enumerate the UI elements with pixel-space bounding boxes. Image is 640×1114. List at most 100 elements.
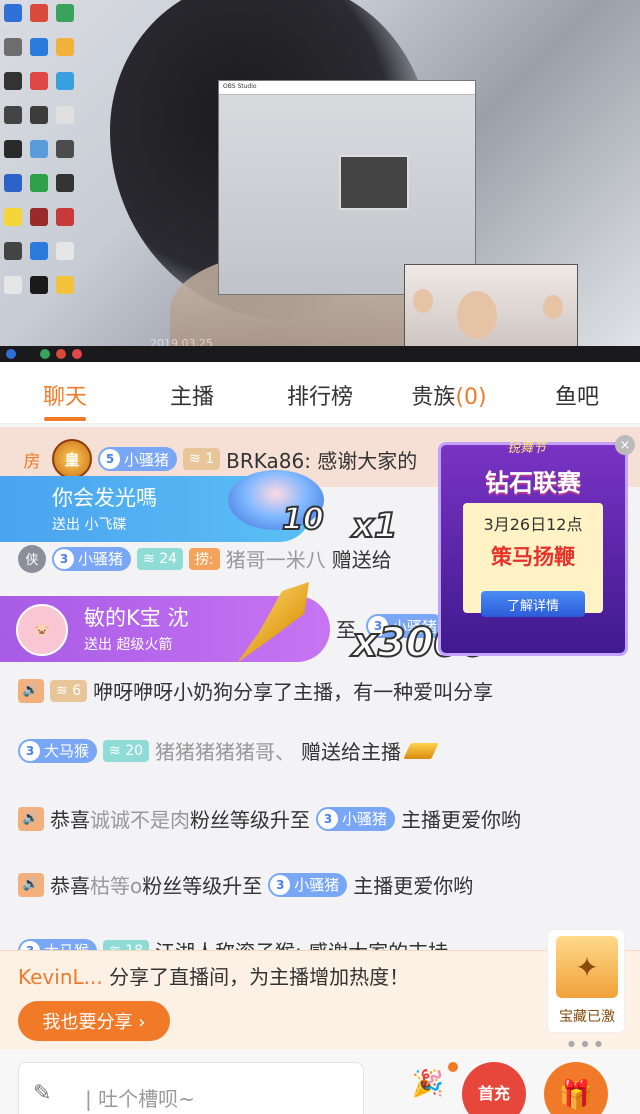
desktop-icons	[0, 0, 80, 340]
room-tabs: 聊天 主播 排行榜 贵族(0) 鱼吧	[0, 362, 640, 424]
user-level-badge: ≋ 24	[137, 547, 184, 570]
streamer-face	[457, 291, 497, 339]
room-admin-tag: 房	[23, 451, 41, 472]
ad-tag: 锐舞节	[507, 441, 547, 456]
bottom-input-bar: ✎ | 吐个槽呗~ 🎉 首充 🎁	[0, 1050, 640, 1114]
fan-badge-level: 3	[20, 740, 40, 761]
fan-badge-level: 5	[100, 449, 120, 469]
fan-badge: 5 小骚猪	[98, 447, 178, 471]
chat-username[interactable]: 猪猪猪猪猪哥、	[155, 736, 295, 765]
congrats-prefix: 恭喜	[50, 874, 90, 898]
fan-badge-level: 3	[54, 548, 74, 569]
fan-badge-level: 3	[20, 940, 40, 950]
chat-input-placeholder: | 吐个槽呗~	[85, 1087, 195, 1111]
ad-details-button[interactable]: 了解详情	[481, 591, 585, 617]
congrats-prefix: 恭喜	[50, 808, 90, 832]
tab-nobles-label: 贵族	[411, 385, 456, 410]
chat-username[interactable]: 诚诚不是肉	[90, 804, 190, 833]
fan-badge: 3 小骚猪	[316, 806, 396, 831]
congrats-middle: 粉丝等级升至	[142, 874, 263, 898]
user-level-badge: ≋ 20	[103, 739, 150, 762]
ad-subtitle: 策马扬鞭	[491, 545, 575, 569]
event-ad-card[interactable]: 锐舞节 钻石联赛 3月26日12点 策马扬鞭 了解详情 ×	[438, 435, 635, 656]
live-video-player[interactable]: OBS Studio 2019.03.25	[0, 0, 640, 362]
chat-message-gift: 侠 3 小骚猪 ≋ 24 捞: 猪哥一米八 赠送给	[18, 544, 392, 573]
tab-fish-bar[interactable]: 鱼吧	[522, 379, 632, 411]
gift-sender-name: 你会发光嗎	[52, 486, 157, 510]
tab-ranking[interactable]: 排行榜	[265, 379, 375, 411]
congrats-middle: 粉丝等级升至	[190, 808, 310, 832]
user-level-value: 1	[205, 451, 215, 467]
gift-multiplier: x1	[351, 505, 399, 547]
treasure-wand-icon: ✦	[556, 936, 618, 998]
chat-input[interactable]: ✎ | 吐个槽呗~	[18, 1062, 364, 1114]
chat-message-congrats: 🔊 恭喜 诚诚不是肉 粉丝等级升至 3 小骚猪 主播更爱你哟	[18, 804, 521, 833]
chat-message-text: 赠送给主播	[301, 740, 402, 764]
fan-badge-name: 小骚猪	[342, 810, 388, 828]
first-charge-button[interactable]: 首充	[462, 1062, 526, 1114]
danmaku-icon[interactable]: ✎	[33, 1081, 51, 1106]
gift-combo-number: 10	[281, 501, 325, 538]
user-level-value: 24	[159, 550, 178, 567]
congrats-suffix: 主播更爱你哟	[401, 808, 522, 832]
user-level-value: 6	[72, 682, 82, 699]
ad-close-icon[interactable]: ×	[615, 435, 635, 455]
chat-username[interactable]: 猪哥一米八	[226, 544, 326, 573]
speaker-icon: 🔊	[18, 872, 44, 897]
gift-action-text: 送出 超级火箭	[84, 637, 173, 653]
emperor-rank-icon: 皇	[52, 439, 92, 479]
share-notice-bar: KevinL... 分享了直播间，为主播增加热度！ 我也要分享 › ✦ 宝藏已激…	[0, 929, 640, 1050]
captured-window: OBS Studio	[218, 80, 476, 295]
treasure-label: 宝藏已激	[559, 1009, 615, 1025]
user-level-badge: ≋ 1	[183, 448, 221, 470]
chat-message-banner: 房 皇 5 小骚猪 ≋ 1 BRKa86: 感谢大家的	[18, 439, 417, 479]
desktop-taskbar	[0, 346, 640, 362]
congrats-suffix: 主播更爱你哟	[353, 874, 474, 898]
chat-message-gift: 3 大马猴 ≋ 20 猪猪猪猪猪哥、 赠送给主播	[18, 736, 439, 765]
chat-message-share: 🔊 ≋ 6 咿呀咿呀小奶狗分享了主播，有一种爱叫分享	[18, 676, 493, 705]
fan-badge-name: 小骚猪	[78, 550, 124, 568]
gift-box-icon[interactable]: 🎁	[544, 1062, 608, 1114]
fan-badge: 3 小骚猪	[268, 872, 348, 897]
fan-badge-name: 小骚猪	[294, 876, 340, 894]
share-button[interactable]: 我也要分享 ›	[18, 1001, 170, 1041]
title-badge: 捞:	[189, 547, 220, 570]
chat-message-text: 咿呀咿呀小奶狗分享了主播，有一种爱叫分享	[93, 680, 494, 704]
ad-date: 3月26日12点	[483, 515, 583, 534]
fan-badge-level: 3	[318, 808, 338, 829]
tab-chat[interactable]: 聊天	[10, 379, 120, 411]
gift-sender-avatar: 🐷	[16, 604, 68, 656]
ad-title: 钻石联赛	[485, 469, 581, 497]
tab-nobles[interactable]: 贵族(0)	[394, 379, 504, 411]
treasure-chest-widget[interactable]: ✦ 宝藏已激	[547, 929, 625, 1033]
fan-badge-name: 小骚猪	[124, 450, 170, 469]
speaker-icon: 🔊	[18, 678, 44, 703]
share-message: 分享了直播间，为主播增加热度！	[109, 965, 410, 989]
active-tab-indicator	[44, 417, 86, 421]
fan-badge-name: 大马猴	[44, 742, 90, 760]
gift-sender-name: 敏的K宝 沈	[84, 606, 189, 630]
fan-badge-level: 3	[270, 874, 291, 895]
guest-face-left	[413, 289, 433, 313]
knight-rank-icon: 侠	[18, 544, 46, 573]
chat-message-text: BRKa86: 感谢大家的	[226, 448, 418, 473]
chat-list[interactable]: 房 皇 5 小骚猪 ≋ 1 BRKa86: 感谢大家的 你会发光嗎 送出 小飞碟 …	[0, 424, 640, 950]
chat-message-partial: 3大马猴 ≋ 18 江湖人称滚子猴: 感谢大家的支持	[18, 936, 448, 950]
captured-window-title: OBS Studio	[219, 81, 475, 95]
user-level-value: 20	[125, 742, 144, 759]
user-level-badge: ≋ 6	[50, 679, 88, 702]
carousel-dots: ● ● ●	[568, 1039, 605, 1048]
chat-message-text: 江湖人称滚子猴: 感谢大家的支持	[155, 936, 448, 950]
captured-window-preview	[339, 155, 409, 210]
tab-nobles-count: (0)	[455, 385, 487, 410]
tab-streamer[interactable]: 主播	[137, 379, 247, 411]
user-level-badge: ≋ 18	[103, 939, 150, 950]
gift-action-text: 送出 小飞碟	[52, 517, 127, 533]
chat-username[interactable]: 枯等o	[90, 870, 142, 899]
share-username[interactable]: KevinL...	[18, 965, 103, 989]
guest-face-right	[543, 295, 563, 319]
fan-badge: 3大马猴	[18, 738, 98, 763]
chat-message-congrats: 🔊 恭喜 枯等o 粉丝等级升至 3 小骚猪 主播更爱你哟	[18, 870, 473, 899]
party-popper-icon[interactable]: 🎉	[410, 1066, 446, 1102]
fan-badge: 3大马猴	[18, 938, 98, 950]
